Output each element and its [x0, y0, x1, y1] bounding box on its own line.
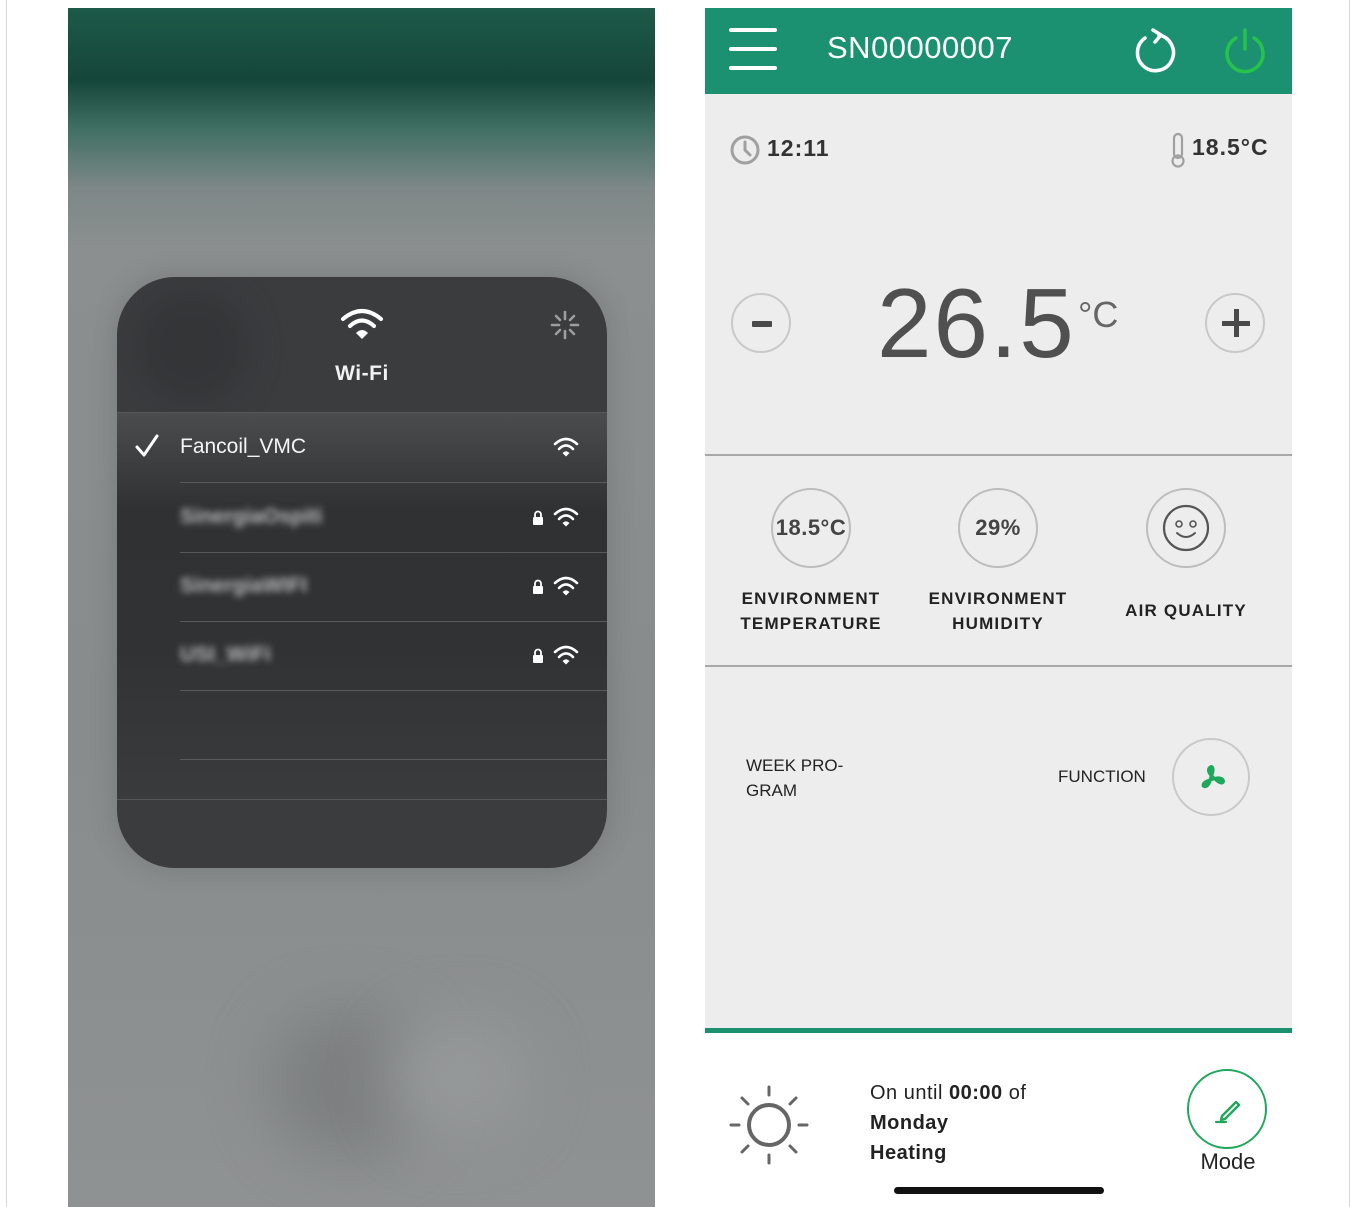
minus-icon: [752, 321, 772, 327]
wifi-signal-icon: [553, 576, 579, 596]
app-header: SN00000007: [705, 8, 1292, 94]
wifi-signal-icon: [553, 645, 579, 665]
network-list: Fancoil_VMC SinergiaOspiti SinergiaWIFI …: [117, 412, 607, 800]
network-row[interactable]: SinergiaOspiti: [180, 483, 607, 553]
thermometer-icon: [1171, 132, 1185, 168]
blurred-control: [388, 1018, 528, 1138]
stat-label: ENVIRONMENT TEMPERATURE: [740, 589, 882, 633]
network-name: SinergiaWIFI: [180, 574, 308, 597]
ios-control-center: Wi-Fi Fancoil_VMC SinergiaOspiti Sinergi…: [68, 8, 655, 1207]
environment-humidity-value: 29%: [958, 488, 1038, 568]
lock-icon: [533, 510, 543, 525]
air-quality: AIR QUALITY: [1091, 488, 1281, 623]
device-serial: SN00000007: [827, 30, 1013, 65]
decrease-setpoint-button[interactable]: [731, 293, 791, 353]
schedule-bar: On until 00:00 of Monday Heating Mode: [705, 1028, 1292, 1207]
wifi-panel: Wi-Fi Fancoil_VMC SinergiaOspiti Sinergi…: [117, 277, 607, 868]
network-name: Fancoil_VMC: [180, 435, 307, 458]
mode-label: Mode: [1200, 1149, 1256, 1174]
fan-icon: [1201, 765, 1225, 789]
schedule-text: On until 00:00 of Monday Heating: [870, 1082, 1027, 1164]
menu-icon[interactable]: [729, 28, 779, 70]
fancoil-app: SN00000007 12:11 18.5°C 26.5 °C 18.5°C E…: [705, 8, 1292, 1207]
network-row[interactable]: SinergiaWIFI: [180, 552, 607, 622]
clock-icon: [730, 135, 760, 165]
wifi-signal-icon: [553, 437, 579, 457]
network-row-empty: [180, 690, 607, 760]
environment-temperature-value: 18.5°C: [771, 488, 851, 568]
environment-humidity: 29% ENVIRONMENT HUMIDITY: [903, 488, 1093, 636]
pencil-icon: [1214, 1100, 1241, 1124]
home-indicator[interactable]: [894, 1187, 1104, 1194]
network-name: USI_WiFi: [180, 643, 271, 666]
environment-temperature: 18.5°C ENVIRONMENT TEMPERATURE: [716, 488, 906, 636]
loading-spinner-icon: [550, 310, 580, 340]
sun-icon: [729, 1085, 809, 1165]
refresh-icon[interactable]: [1129, 27, 1177, 75]
setpoint-unit: °C: [1078, 294, 1119, 335]
setpoint-value: 26.5: [877, 268, 1076, 378]
stat-label: ENVIRONMENT HUMIDITY: [928, 589, 1068, 633]
increase-setpoint-button[interactable]: [1205, 293, 1265, 353]
network-name: SinergiaOspiti: [180, 505, 323, 528]
divider: [705, 454, 1292, 456]
wifi-title: Wi-Fi: [335, 362, 389, 385]
air-quality-indicator: [1146, 488, 1226, 568]
function-button[interactable]: [1172, 738, 1250, 816]
checkmark-icon: [135, 434, 159, 457]
mode-button[interactable]: [1187, 1069, 1267, 1149]
week-program-button[interactable]: WEEK PRO- GRAM: [746, 753, 843, 803]
power-icon[interactable]: [1221, 27, 1269, 75]
divider: [705, 665, 1292, 667]
wifi-icon: [341, 309, 383, 339]
lock-icon: [533, 579, 543, 594]
network-row[interactable]: USI_WiFi: [180, 621, 607, 691]
wifi-signal-icon: [553, 507, 579, 527]
smiley-icon: [1162, 504, 1210, 552]
current-temperature: 18.5°C: [1192, 134, 1269, 160]
lock-icon: [533, 648, 543, 663]
current-time: 12:11: [767, 135, 830, 161]
function-label: FUNCTION: [1058, 767, 1146, 786]
network-row[interactable]: Fancoil_VMC: [135, 413, 607, 483]
stat-label: AIR QUALITY: [1125, 601, 1247, 620]
